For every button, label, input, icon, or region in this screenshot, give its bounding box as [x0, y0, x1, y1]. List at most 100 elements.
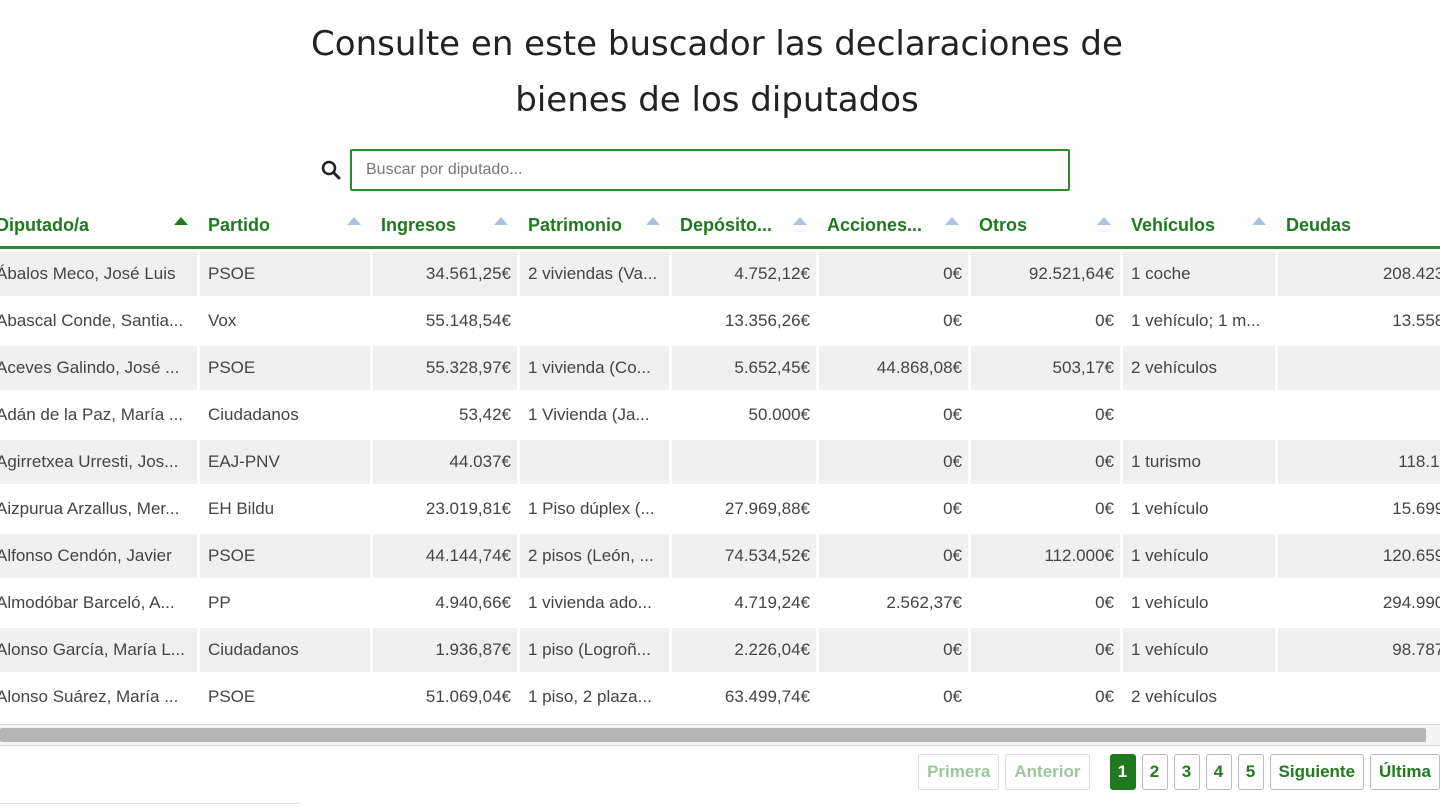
table-row[interactable]: Alonso Suárez, María ... PSOE 51.069,04€ 1 … [0, 672, 1440, 719]
cell-deudas [1278, 390, 1440, 437]
column-header-diputado[interactable]: Diputado/a [0, 204, 200, 249]
page-title-line-2: bienes de los diputados [515, 80, 919, 120]
column-header-depositos[interactable]: Depósito... [672, 204, 819, 249]
table-row[interactable]: Abascal Conde, Santia... Vox 55.148,54€ 13.… [0, 296, 1440, 343]
cell-patrimonio: 1 Piso dúplex (... [520, 484, 672, 531]
column-header-deudas[interactable]: Deudas [1278, 204, 1440, 249]
sort-up-icon [174, 217, 188, 225]
cell-vehiculos: 1 coche [1123, 249, 1278, 296]
cell-ingresos: 1.936,87€ [373, 625, 520, 672]
column-header-patrimonio[interactable]: Patrimonio [520, 204, 672, 249]
page-button-3[interactable]: 3 [1173, 754, 1200, 790]
table-row[interactable]: Ábalos Meco, José Luis PSOE 34.561,25€ 2 vi… [0, 249, 1440, 296]
cell-ingresos: 55.148,54€ [373, 296, 520, 343]
page-button-4[interactable]: 4 [1205, 754, 1232, 790]
cell-patrimonio: 1 piso (Logroñ... [520, 625, 672, 672]
cell-ingresos: 51.069,04€ [373, 672, 520, 719]
sort-up-icon [1252, 217, 1266, 225]
page-button-5[interactable]: 5 [1237, 754, 1264, 790]
cell-otros: 0€ [971, 625, 1123, 672]
cell-acciones: 0€ [819, 437, 971, 484]
column-header-partido[interactable]: Partido [200, 204, 373, 249]
cell-diputado: Adán de la Paz, María ... [0, 390, 200, 437]
cell-otros: 503,17€ [971, 343, 1123, 390]
cell-patrimonio: 1 piso, 2 plaza... [520, 672, 672, 719]
declarations-table-container: Diputado/a Partido Ingresos Patrimonio D… [0, 204, 1440, 724]
next-page-button[interactable]: Siguiente [1269, 754, 1365, 790]
table-row[interactable]: Alonso García, María L... Ciudadanos 1.936… [0, 625, 1440, 672]
page-button-2[interactable]: 2 [1141, 754, 1168, 790]
cell-vehiculos: 1 vehículo [1123, 625, 1278, 672]
cell-depositos [672, 437, 819, 484]
search-bar [320, 149, 1070, 191]
cell-depositos: 5.652,45€ [672, 343, 819, 390]
page-title: Consulte en este buscador las declaracio… [0, 16, 1434, 128]
cell-ingresos: 44.144,74€ [373, 531, 520, 578]
cell-deudas [1278, 672, 1440, 719]
cell-ingresos: 55.328,97€ [373, 343, 520, 390]
cell-diputado: Abascal Conde, Santia... [0, 296, 200, 343]
cell-acciones: 0€ [819, 390, 971, 437]
cell-patrimonio: 2 viviendas (Va... [520, 249, 672, 296]
cell-acciones: 0€ [819, 531, 971, 578]
cell-patrimonio: 2 pisos (León, ... [520, 531, 672, 578]
cell-diputado: Alonso García, María L... [0, 625, 200, 672]
column-header-otros[interactable]: Otros [971, 204, 1123, 249]
horizontal-scrollbar[interactable] [0, 724, 1440, 746]
cell-partido: PSOE [200, 249, 373, 296]
cell-deudas: 118.17 [1278, 437, 1440, 484]
cell-otros: 112.000€ [971, 531, 1123, 578]
cell-ingresos: 23.019,81€ [373, 484, 520, 531]
sort-up-icon [494, 217, 508, 225]
cell-diputado: Alfonso Cendón, Javier [0, 531, 200, 578]
cell-otros: 0€ [971, 437, 1123, 484]
scrollbar-thumb[interactable] [0, 728, 1426, 742]
cell-deudas: 208.423, [1278, 249, 1440, 296]
table-row[interactable]: Alfonso Cendón, Javier PSOE 44.144,74€ 2 pi… [0, 531, 1440, 578]
cell-deudas: 294.990, [1278, 578, 1440, 625]
search-input[interactable] [350, 149, 1070, 191]
cell-partido: Ciudadanos [200, 625, 373, 672]
last-page-button[interactable]: Última [1370, 754, 1440, 790]
cell-deudas: 13.558, [1278, 296, 1440, 343]
cell-patrimonio: 1 vivienda ado... [520, 578, 672, 625]
cell-acciones: 0€ [819, 296, 971, 343]
cell-partido: Vox [200, 296, 373, 343]
cell-depositos: 4.719,24€ [672, 578, 819, 625]
divider [0, 803, 300, 804]
cell-partido: EH Bildu [200, 484, 373, 531]
cell-vehiculos: 1 turismo [1123, 437, 1278, 484]
first-page-button[interactable]: Primera [918, 754, 1000, 790]
cell-vehiculos [1123, 390, 1278, 437]
cell-partido: EAJ-PNV [200, 437, 373, 484]
table-row[interactable]: Agirretxea Urresti, Jos... EAJ-PNV 44.037€… [0, 437, 1440, 484]
cell-ingresos: 44.037€ [373, 437, 520, 484]
column-header-acciones[interactable]: Acciones... [819, 204, 971, 249]
table-row[interactable]: Aceves Galindo, José ... PSOE 55.328,97€ 1 … [0, 343, 1440, 390]
cell-otros: 0€ [971, 578, 1123, 625]
cell-acciones: 2.562,37€ [819, 578, 971, 625]
cell-depositos: 4.752,12€ [672, 249, 819, 296]
cell-partido: PSOE [200, 531, 373, 578]
page-title-line-1: Consulte en este buscador las declaracio… [311, 24, 1123, 64]
sort-up-icon [945, 217, 959, 225]
cell-otros: 0€ [971, 296, 1123, 343]
cell-partido: PSOE [200, 343, 373, 390]
previous-page-button[interactable]: Anterior [1005, 754, 1090, 790]
declarations-table: Diputado/a Partido Ingresos Patrimonio D… [0, 204, 1440, 719]
cell-partido: PSOE [200, 672, 373, 719]
table-row[interactable]: Aizpurua Arzallus, Mer... EH Bildu 23.019,… [0, 484, 1440, 531]
page-button-1[interactable]: 1 [1109, 754, 1136, 790]
cell-ingresos: 4.940,66€ [373, 578, 520, 625]
cell-patrimonio: 1 vivienda (Co... [520, 343, 672, 390]
cell-partido: PP [200, 578, 373, 625]
table-row[interactable]: Almodóbar Barceló, A... PP 4.940,66€ 1 vivi… [0, 578, 1440, 625]
cell-patrimonio [520, 296, 672, 343]
cell-vehiculos: 2 vehículos [1123, 672, 1278, 719]
column-header-vehiculos[interactable]: Vehículos [1123, 204, 1278, 249]
cell-diputado: Alonso Suárez, María ... [0, 672, 200, 719]
column-header-ingresos[interactable]: Ingresos [373, 204, 520, 249]
table-row[interactable]: Adán de la Paz, María ... Ciudadanos 53,42… [0, 390, 1440, 437]
cell-vehiculos: 1 vehículo [1123, 578, 1278, 625]
cell-otros: 0€ [971, 390, 1123, 437]
